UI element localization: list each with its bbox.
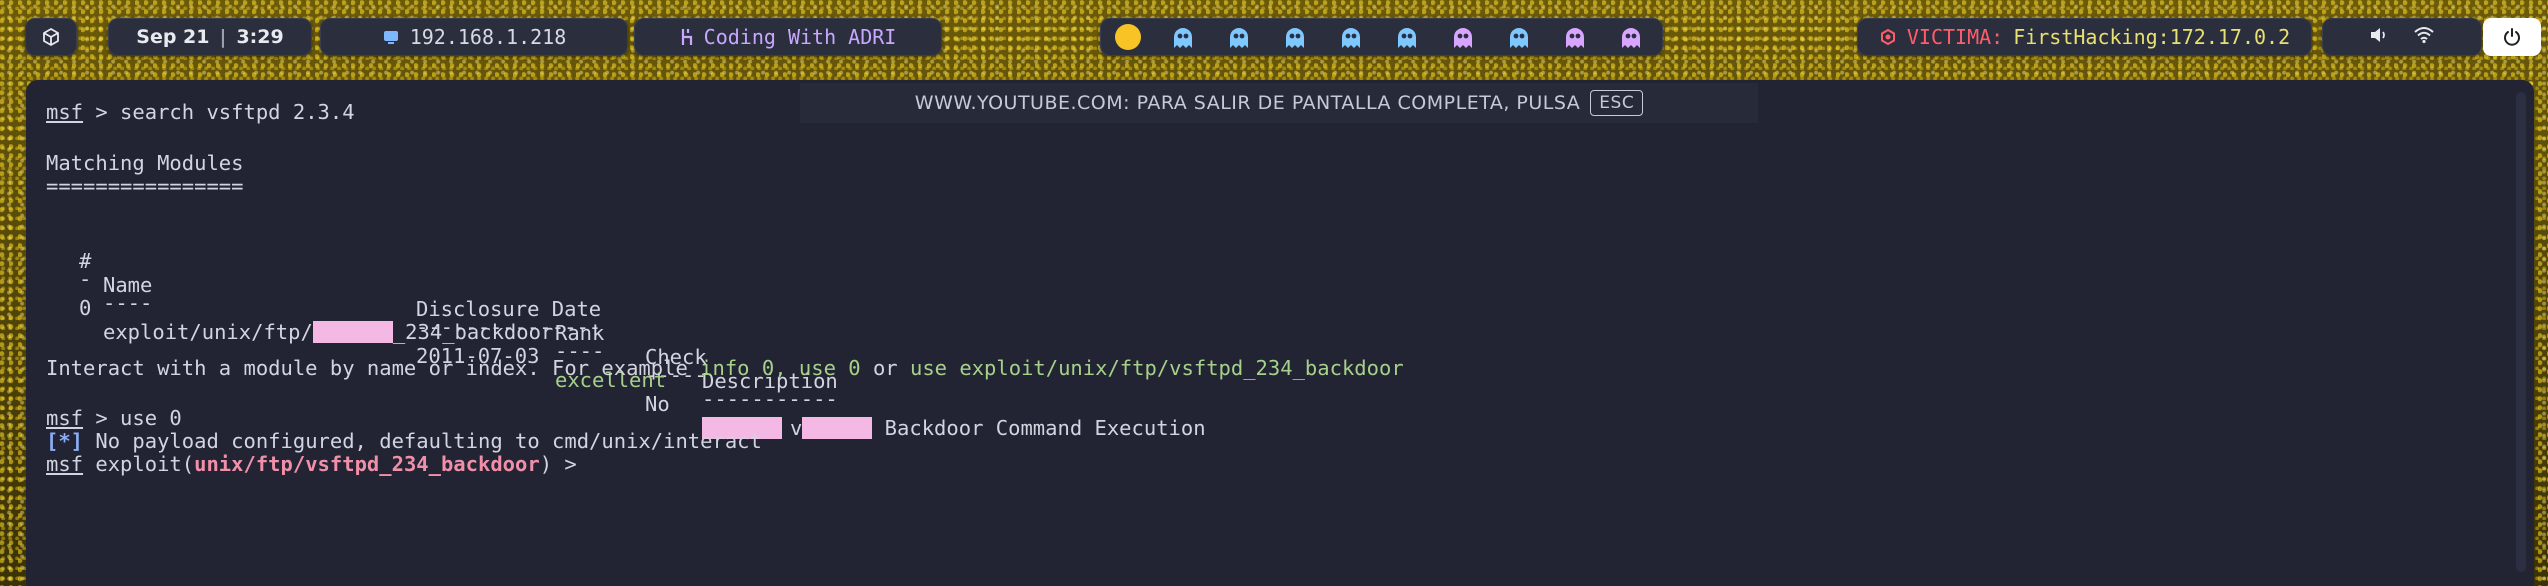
row-desc-suffix: Backdoor Command Execution bbox=[872, 416, 1206, 440]
info-tag: [*] bbox=[46, 429, 84, 453]
terminal-line-info: [*] No payload configured, defaulting to… bbox=[46, 429, 762, 453]
power-icon bbox=[2502, 27, 2522, 47]
cube-icon bbox=[41, 27, 61, 47]
workspace-ghost-icon[interactable] bbox=[1211, 22, 1267, 52]
target-label: VICTIMA: bbox=[1906, 25, 2004, 49]
terminal-scrollbar[interactable] bbox=[2516, 92, 2526, 572]
hint-example-use: use 0 bbox=[798, 356, 861, 380]
terminal-window[interactable]: msf > search vsftpd 2.3.4 Matching Modul… bbox=[26, 80, 2534, 586]
workspace-list bbox=[1155, 22, 1659, 52]
msf-prompt: msf bbox=[46, 452, 84, 476]
clock-separator: | bbox=[219, 26, 227, 48]
msf-prompt: msf bbox=[46, 100, 84, 124]
power-button[interactable] bbox=[2483, 18, 2541, 56]
volume-icon[interactable] bbox=[2369, 25, 2389, 49]
row-name-prefix: exploit/unix/ftp/ bbox=[103, 320, 313, 344]
brand-widget[interactable]: Coding With ADRI bbox=[634, 18, 942, 56]
interact-hint: Interact with a module by name or index.… bbox=[46, 356, 1404, 380]
esc-key-hint: ESC bbox=[1590, 90, 1644, 116]
row-desc-mid: v bbox=[790, 416, 803, 440]
clock-time: 3:29 bbox=[236, 26, 284, 48]
fullscreen-notice: WWW.YOUTUBE.COM: PARA SALIR DE PANTALLA … bbox=[800, 83, 1758, 123]
hint-example-info: info 0 bbox=[700, 356, 775, 380]
redacted-block bbox=[312, 321, 393, 343]
redacted-block bbox=[802, 417, 873, 439]
menu-button[interactable] bbox=[25, 18, 77, 56]
hint-example-use-path: use exploit/unix/ftp/vsftpd_234_backdoor bbox=[909, 356, 1404, 380]
ip-address: 192.168.1.218 bbox=[409, 25, 567, 49]
workspace-ghost-icon[interactable] bbox=[1323, 22, 1379, 52]
target-value: FirstHacking:172.17.0.2 bbox=[2013, 25, 2291, 49]
use-command: > use 0 bbox=[83, 406, 182, 430]
system-tray[interactable] bbox=[2322, 18, 2482, 56]
workspace-ghost-icon[interactable] bbox=[1603, 22, 1659, 52]
exploit-module: unix/ftp/vsftpd_234_backdoor bbox=[194, 452, 540, 476]
terminal-line-exploit-prompt[interactable]: msf exploit(unix/ftp/vsftpd_234_backdoor… bbox=[46, 452, 577, 476]
wifi-icon[interactable] bbox=[2413, 25, 2435, 49]
matching-modules-heading: Matching Modules bbox=[46, 151, 244, 175]
brand-name: Coding With ADRI bbox=[703, 25, 897, 49]
row-name: exploit/unix/ftp/ _234_backdoor bbox=[103, 320, 553, 344]
crosshair-icon bbox=[1879, 28, 1897, 46]
ip-widget[interactable]: 192.168.1.218 bbox=[320, 18, 628, 56]
workspace-ghost-icon[interactable] bbox=[1155, 22, 1211, 52]
workspace-switcher[interactable] bbox=[1100, 18, 1663, 56]
clock-date: Sep 21 bbox=[136, 26, 210, 48]
clock-widget[interactable]: Sep 21 | 3:29 bbox=[108, 18, 312, 56]
msf-prompt: msf bbox=[46, 406, 84, 430]
monitor-icon bbox=[382, 28, 400, 46]
workspace-ghost-icon[interactable] bbox=[1379, 22, 1435, 52]
heading-underline: ================ bbox=[46, 174, 244, 198]
workspace-ghost-icon[interactable] bbox=[1435, 22, 1491, 52]
terminal-line-use: msf > use 0 bbox=[46, 406, 182, 430]
workspace-ghost-icon[interactable] bbox=[1491, 22, 1547, 52]
hint-or: or bbox=[860, 356, 910, 380]
exploit-suffix: ) > bbox=[539, 452, 577, 476]
terminal-line-search: msf > search vsftpd 2.3.4 bbox=[46, 100, 355, 124]
workspace-ghost-icon[interactable] bbox=[1547, 22, 1603, 52]
row-name-suffix: _234_backdoor bbox=[392, 320, 554, 344]
search-command: > search vsftpd 2.3.4 bbox=[83, 100, 355, 124]
hint-prefix: Interact with a module by name or index.… bbox=[46, 356, 701, 380]
info-message: No payload configured, defaulting to cmd… bbox=[83, 429, 762, 453]
fullscreen-notice-text: WWW.YOUTUBE.COM: PARA SALIR DE PANTALLA … bbox=[914, 92, 1581, 114]
hack-icon bbox=[680, 27, 694, 47]
active-workspace-indicator[interactable] bbox=[1115, 24, 1141, 50]
row-num: 0 bbox=[79, 296, 92, 320]
row-description: v Backdoor Command Execution bbox=[702, 416, 1206, 440]
workspace-ghost-icon[interactable] bbox=[1267, 22, 1323, 52]
target-widget[interactable]: VICTIMA: FirstHacking:172.17.0.2 bbox=[1857, 18, 2312, 56]
hint-sep: , bbox=[774, 356, 799, 380]
exploit-prefix: exploit( bbox=[83, 452, 195, 476]
row-check: No bbox=[645, 392, 670, 416]
